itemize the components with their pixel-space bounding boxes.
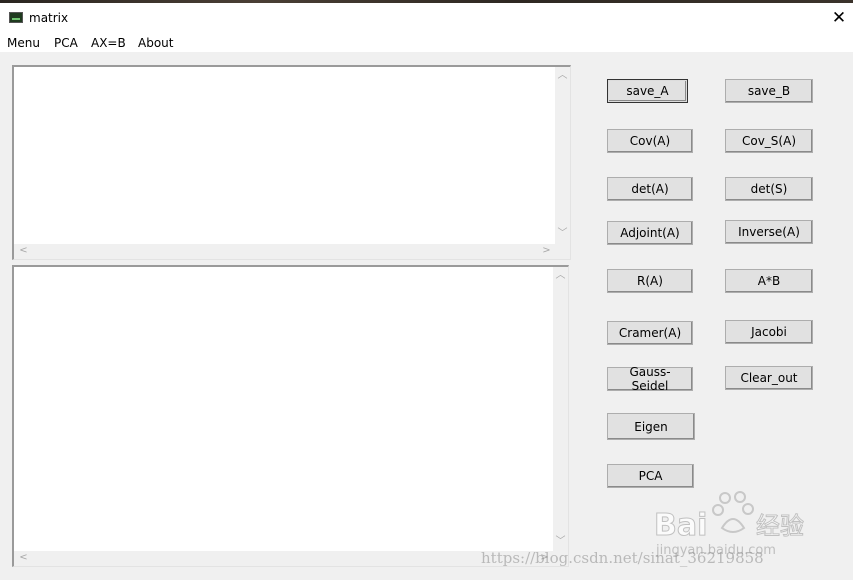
menu-item-pca[interactable]: PCA [54, 36, 78, 50]
menu-item-menu[interactable]: Menu [7, 36, 40, 50]
scrollbar-corner [555, 244, 570, 259]
cramer-a-button[interactable]: Cramer(A) [607, 321, 693, 345]
scroll-up-arrow-icon[interactable]: ︿ [555, 71, 570, 81]
watermark-logo-text: Bai [654, 508, 707, 543]
save-b-button[interactable]: save_B [725, 79, 813, 103]
watermark-url: https://blog.csdn.net/sinat_36219858 [481, 549, 764, 567]
input-horizontal-scrollbar[interactable]: < > [14, 244, 556, 259]
title-bar: matrix ✕ [0, 3, 853, 33]
scroll-right-arrow-icon[interactable]: > [539, 246, 554, 256]
matrix-app-icon [9, 12, 23, 23]
input-vertical-scrollbar[interactable]: ︿ ﹀ [555, 67, 570, 245]
input-textarea[interactable]: ︿ ﹀ < > [12, 65, 571, 260]
watermark-logo-cn: 经验 [756, 512, 804, 540]
scroll-left-arrow-icon[interactable]: < [16, 246, 31, 256]
scroll-down-arrow-icon[interactable]: ﹀ [553, 537, 568, 547]
window-title: matrix [29, 11, 69, 25]
output-horizontal-scrollbar[interactable]: < > [14, 551, 554, 566]
det-s-button[interactable]: det(S) [725, 177, 813, 201]
pca-button[interactable]: PCA [607, 464, 694, 488]
a-times-b-button[interactable]: A*B [725, 269, 813, 293]
eigen-button[interactable]: Eigen [607, 413, 695, 440]
gauss-seidel-button[interactable]: Gauss-Seidel [607, 365, 693, 393]
r-a-button[interactable]: R(A) [607, 269, 693, 293]
menu-item-about[interactable]: About [138, 36, 173, 50]
cov-a-button[interactable]: Cov(A) [607, 129, 693, 153]
menu-item-axb[interactable]: AX=B [91, 36, 126, 50]
output-vertical-scrollbar[interactable]: ︿ ﹀ [553, 267, 568, 552]
clear-out-button[interactable]: Clear_out [725, 366, 813, 390]
cov-s-a-button[interactable]: Cov_S(A) [725, 129, 813, 153]
scroll-up-arrow-icon[interactable]: ︿ [553, 271, 568, 281]
save-a-button[interactable]: save_A [607, 79, 688, 103]
adjoint-a-button[interactable]: Adjoint(A) [607, 221, 693, 245]
scroll-down-arrow-icon[interactable]: ﹀ [555, 229, 570, 239]
jacobi-button[interactable]: Jacobi [725, 320, 813, 344]
output-textarea[interactable]: ︿ ﹀ < > [12, 265, 569, 567]
inverse-a-button[interactable]: Inverse(A) [725, 220, 813, 244]
menu-bar: Menu PCA AX=B About [0, 33, 853, 52]
scroll-left-arrow-icon[interactable]: < [16, 553, 31, 563]
det-a-button[interactable]: det(A) [607, 177, 693, 201]
close-icon[interactable]: ✕ [826, 5, 852, 31]
